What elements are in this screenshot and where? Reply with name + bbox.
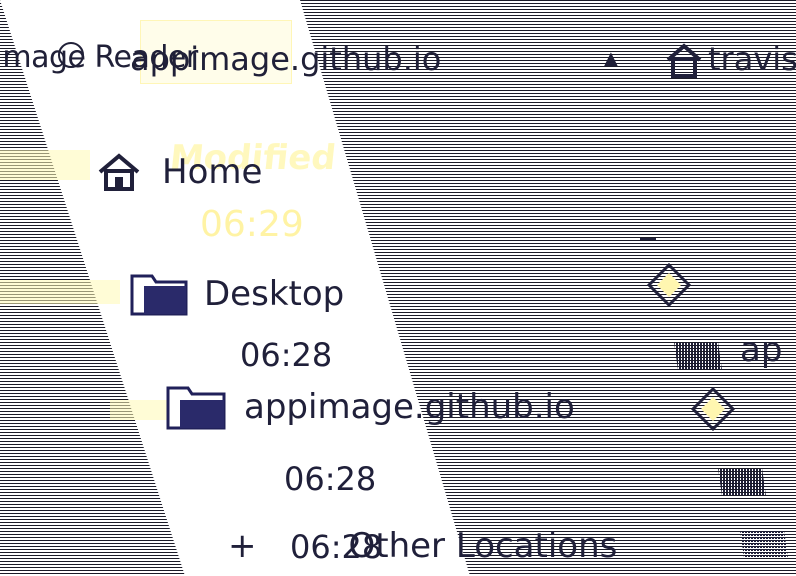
path-bar-location[interactable]: travis — [708, 40, 796, 78]
home-icon[interactable] — [664, 42, 704, 78]
file-icon[interactable] — [670, 340, 722, 372]
path-bar-current[interactable]: appimage.github.io — [130, 40, 441, 78]
folder-icon — [166, 386, 226, 430]
plus-icon: + — [228, 526, 257, 566]
sidebar-item-label: appimage.github.io — [244, 387, 575, 427]
ghost-smudge — [110, 400, 170, 420]
file-name-partial[interactable]: ap — [740, 330, 782, 370]
sidebar-item-label: Other Locations — [348, 526, 618, 566]
modified-time: 06:28 — [240, 336, 333, 374]
modified-time: 06:28 — [290, 528, 383, 566]
modified-time: 06:29 — [200, 204, 304, 245]
drive-icon[interactable] — [646, 262, 692, 308]
file-icon[interactable] — [714, 466, 766, 498]
sidebar-item-other-locations[interactable]: + 06:28 Other Locations — [228, 526, 617, 566]
modified-time: 06:28 — [284, 460, 377, 498]
file-icon[interactable] — [736, 528, 788, 560]
folder-icon — [130, 274, 188, 316]
sidebar-item-desktop[interactable]: Desktop 06:28 — [130, 272, 345, 374]
caret-up-icon[interactable]: ▲ — [604, 48, 618, 69]
sidebar-item-label: Desktop — [204, 274, 345, 314]
sidebar-item-appimage[interactable]: appimage.github.io 06:28 — [166, 384, 575, 498]
app-icon — [58, 42, 84, 68]
divider — [640, 238, 656, 240]
home-icon — [98, 153, 140, 191]
drive-icon[interactable] — [690, 386, 736, 432]
sidebar-item-label: Home — [162, 152, 263, 192]
ghost-smudge — [0, 150, 90, 180]
ghost-smudge — [0, 280, 120, 304]
sidebar-item-home[interactable]: Home 06:29 — [96, 152, 304, 245]
